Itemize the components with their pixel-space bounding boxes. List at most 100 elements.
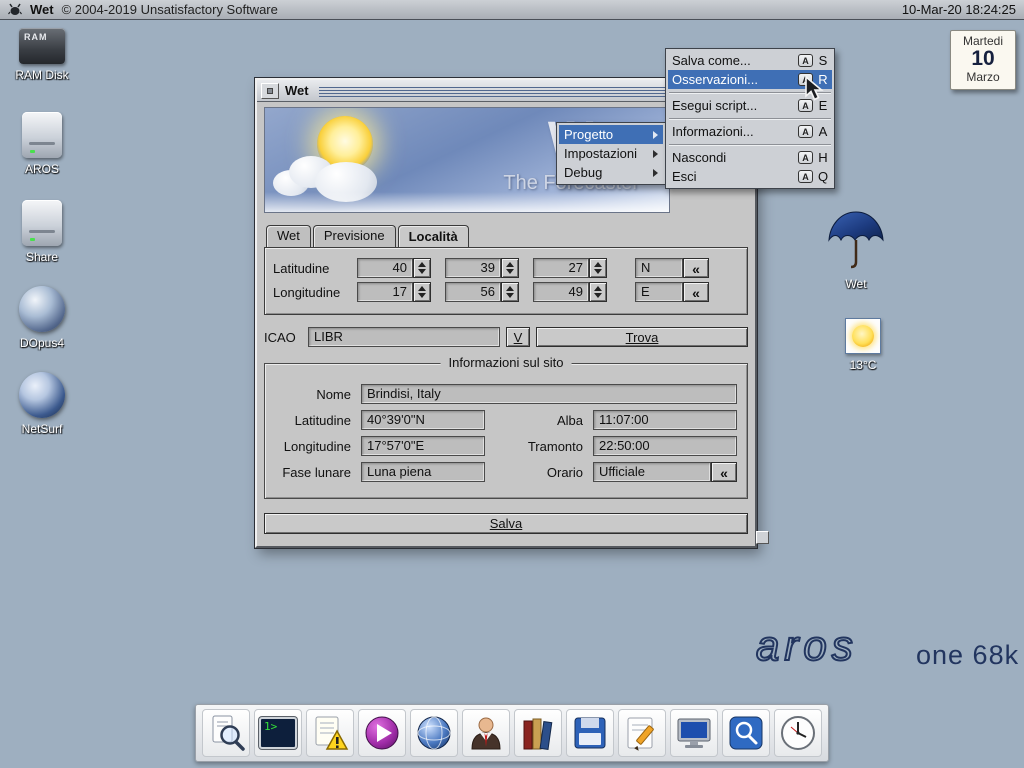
save-button[interactable]: Salva [264,513,748,534]
menu-category-label: Debug [564,165,602,180]
menu-categories-panel: Progetto Impostazioni Debug [556,122,666,185]
lon-seconds-field[interactable]: 49 [533,282,589,302]
calendar-widget: Martedi 10 Marzo [950,30,1016,90]
longitude-label: Longitudine [273,285,357,300]
time-mode-label: Orario [517,465,593,480]
shell-prompt: 1> [264,721,277,732]
dock-storage-icon[interactable] [566,709,614,757]
menu-category-impostazioni[interactable]: Impostazioni [559,144,663,163]
lat-minutes-spinner[interactable] [501,258,519,278]
svg-text:aros: aros [756,624,858,669]
dock-library-books-icon[interactable] [514,709,562,757]
dock-suit-icon[interactable] [462,709,510,757]
amiga-key-icon: A [798,125,813,138]
menubar-copyright: © 2004-2019 Unsatisfactory Software [62,2,278,17]
menu-item-label: Esci [672,169,798,184]
menu-item-esci[interactable]: Esci A Q [668,167,832,186]
shortcut-letter: E [818,98,828,113]
dock-notes-warning-icon[interactable] [306,709,354,757]
site-latitude-label: Latitudine [275,413,361,428]
desktop-icon-wet[interactable]: Wet [818,208,894,291]
dock: 1> [195,704,829,762]
tab-bar: Wet Previsione Località [264,225,748,247]
lon-minutes-spinner[interactable] [501,282,519,302]
site-longitude-row: Longitudine 17°57'0"E Tramonto 22:50:00 [275,436,737,456]
menu-item-informazioni[interactable]: Informazioni... A A [668,122,832,141]
amiga-key-icon: A [798,170,813,183]
lon-degrees-spinner[interactable] [413,282,431,302]
desktop-icon-ram-disk[interactable]: RAM RAM Disk [4,28,80,82]
menu-category-debug[interactable]: Debug [559,163,663,182]
screen-menubar[interactable]: Wet © 2004-2019 Unsatisfactory Software … [0,0,1024,20]
icao-row: ICAO LIBR V Trova [264,327,748,347]
calendar-day: 10 [953,48,1013,70]
menu-item-label: Esegui script... [672,98,798,113]
sphere-icon [19,286,65,332]
site-latitude-field[interactable]: 40°39'0"N [361,410,485,430]
moon-phase-label: Fase lunare [275,465,361,480]
umbrella-icon [826,208,886,270]
window-close-button[interactable] [261,83,279,99]
calendar-month: Marzo [953,70,1013,84]
site-latitude-row: Latitudine 40°39'0"N Alba 11:07:00 [275,410,737,430]
dock-shell-icon[interactable]: 1> [254,709,302,757]
tab-localita[interactable]: Località [398,225,469,247]
dock-find-icon[interactable] [202,709,250,757]
lat-degrees-spinner[interactable] [413,258,431,278]
dock-screen-icon[interactable] [670,709,718,757]
lat-minutes-field[interactable]: 39 [445,258,501,278]
site-info-group: Informazioni sul sito Nome Brindisi, Ita… [264,363,748,499]
dock-player-icon[interactable] [358,709,406,757]
amiga-key-icon: A [798,54,813,67]
lon-degrees-field[interactable]: 17 [357,282,413,302]
tab-wet[interactable]: Wet [266,225,311,247]
time-mode-cycle-button[interactable]: « [711,462,737,482]
icon-label: AROS [4,162,80,176]
icao-label: ICAO [264,330,302,345]
dock-editor-icon[interactable] [618,709,666,757]
find-button[interactable]: Trova [536,327,748,347]
lon-seconds-spinner[interactable] [589,282,607,302]
lon-direction-field: E [635,282,683,302]
lat-direction-cycle-button[interactable]: « [683,258,709,278]
sunrise-field: 11:07:00 [593,410,737,430]
icon-label: RAM Disk [4,68,80,82]
menu-separator [669,144,831,145]
lon-direction-cycle-button[interactable]: « [683,282,709,302]
dock-zoom-icon[interactable] [722,709,770,757]
moon-phase-row: Fase lunare Luna piena Orario Ufficiale … [275,462,737,482]
dock-browser-globe-icon[interactable] [410,709,458,757]
aros-one-68k-logo: aros one 68k [752,624,1019,670]
shortcut-letter: Q [818,169,828,184]
desktop-icon-share[interactable]: Share [4,200,80,264]
sunrise-label: Alba [517,413,593,428]
menu-item-salva-come[interactable]: Salva come... A S [668,51,832,70]
icao-input[interactable]: LIBR [308,327,500,347]
lat-seconds-field[interactable]: 27 [533,258,589,278]
temperature-label: 13°C [825,358,901,372]
menu-item-label: Salva come... [672,53,798,68]
menu-item-osservazioni[interactable]: Osservazioni... A R [668,70,832,89]
tab-previsione[interactable]: Previsione [313,225,396,247]
lat-direction-field: N [635,258,683,278]
latitude-label: Latitudine [273,261,357,276]
site-name-row: Nome Brindisi, Italy [275,384,737,404]
icao-validate-button[interactable]: V [506,327,530,347]
lon-minutes-field[interactable]: 56 [445,282,501,302]
site-name-field[interactable]: Brindisi, Italy [361,384,737,404]
desktop-widget-temperature[interactable]: 13°C [825,318,901,372]
site-longitude-field[interactable]: 17°57'0"E [361,436,485,456]
desktop-icon-netsurf[interactable]: NetSurf [4,372,80,436]
amiga-key-icon: A [798,99,813,112]
menu-category-progetto[interactable]: Progetto [559,125,663,144]
menu-item-esegui-script[interactable]: Esegui script... A E [668,96,832,115]
lat-degrees-field[interactable]: 40 [357,258,413,278]
desktop-icon-aros[interactable]: AROS [4,112,80,176]
menu-item-label: Nascondi [672,150,798,165]
menu-item-nascondi[interactable]: Nascondi A H [668,148,832,167]
desktop-icon-dopus4[interactable]: DOpus4 [4,286,80,350]
menu-progetto-submenu: Salva come... A S Osservazioni... A R Es… [665,48,835,189]
lat-seconds-spinner[interactable] [589,258,607,278]
window-resize-gadget[interactable] [756,531,769,544]
dock-clock-icon[interactable] [774,709,822,757]
